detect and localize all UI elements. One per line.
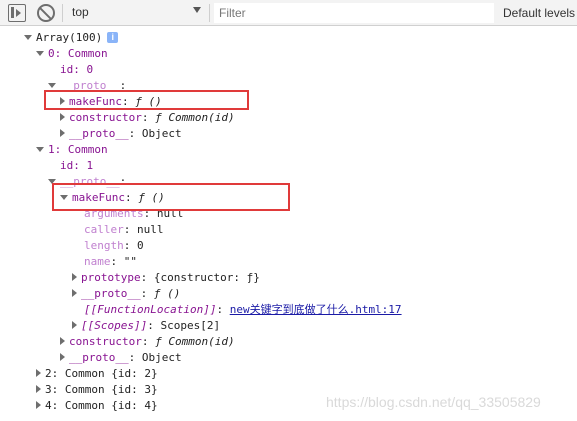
collapsed-triangle-icon[interactable] xyxy=(36,401,41,409)
show-sidebar-icon[interactable] xyxy=(8,4,26,22)
collapsed-triangle-icon[interactable] xyxy=(72,273,77,281)
item-4-row[interactable]: 4: Common {id: 4} xyxy=(36,398,158,414)
collapsed-triangle-icon[interactable] xyxy=(36,385,41,393)
watermark: https://blog.csdn.net/qq_33505829 xyxy=(326,394,541,410)
item-0-id-row: id: 0 xyxy=(60,63,94,76)
item-1-row[interactable]: 1: Common xyxy=(36,142,108,158)
item-3-row[interactable]: 3: Common {id: 3} xyxy=(36,382,158,398)
prototype-row[interactable]: prototype: {constructor: ƒ} xyxy=(72,270,260,286)
collapsed-triangle-icon[interactable] xyxy=(60,337,65,345)
item-1-constructor-row[interactable]: constructor: ƒ Common(id) xyxy=(60,334,235,350)
scopes-row[interactable]: [[Scopes]]: Scopes[2] xyxy=(72,318,220,334)
item-0-row[interactable]: 0: Common xyxy=(36,46,108,62)
item-0-constructor-row[interactable]: constructor: ƒ Common(id) xyxy=(60,110,235,126)
collapsed-triangle-icon[interactable] xyxy=(72,289,77,297)
item-1-objproto-row[interactable]: __proto__: Object xyxy=(60,350,182,366)
highlight-box-makefunc-0 xyxy=(44,90,249,110)
item-1-id-row: id: 1 xyxy=(60,159,94,172)
expanded-triangle-icon[interactable] xyxy=(36,147,44,152)
highlight-box-makefunc-1 xyxy=(52,183,290,211)
length-row: length: 0 xyxy=(84,239,144,252)
context-selector[interactable]: top xyxy=(67,2,207,23)
context-value: top xyxy=(72,5,89,19)
console-toolbar: top Default levels xyxy=(0,0,577,26)
clear-console-icon[interactable] xyxy=(37,4,55,22)
expanded-triangle-icon[interactable] xyxy=(36,51,44,56)
log-levels-dropdown[interactable]: Default levels xyxy=(503,6,575,20)
collapsed-triangle-icon[interactable] xyxy=(60,129,65,137)
function-location-row: [[FunctionLocation]]: new关键字到底做了什么.html:… xyxy=(84,303,402,316)
fn-proto-row[interactable]: __proto__: ƒ () xyxy=(72,286,180,302)
toolbar-divider xyxy=(209,4,210,22)
collapsed-triangle-icon[interactable] xyxy=(60,113,65,121)
filter-input[interactable] xyxy=(214,3,494,23)
info-icon[interactable]: i xyxy=(107,32,119,43)
caller-row: caller: null xyxy=(84,223,164,236)
array-row[interactable]: Array(100) i xyxy=(24,30,119,46)
toolbar-divider xyxy=(62,4,63,22)
collapsed-triangle-icon[interactable] xyxy=(60,353,65,361)
collapsed-triangle-icon[interactable] xyxy=(36,369,41,377)
item-0-objproto-row[interactable]: __proto__: Object xyxy=(60,126,182,142)
chevron-down-icon xyxy=(193,7,201,13)
expanded-triangle-icon[interactable] xyxy=(24,35,32,40)
source-link[interactable]: new关键字到底做了什么.html:17 xyxy=(230,303,402,316)
expanded-triangle-icon[interactable] xyxy=(48,83,56,88)
name-row: name: "" xyxy=(84,255,137,268)
console-output: Array(100) i 0: Common id: 0 __proto__: m… xyxy=(0,26,577,421)
item-2-row[interactable]: 2: Common {id: 2} xyxy=(36,366,158,382)
collapsed-triangle-icon[interactable] xyxy=(72,321,77,329)
